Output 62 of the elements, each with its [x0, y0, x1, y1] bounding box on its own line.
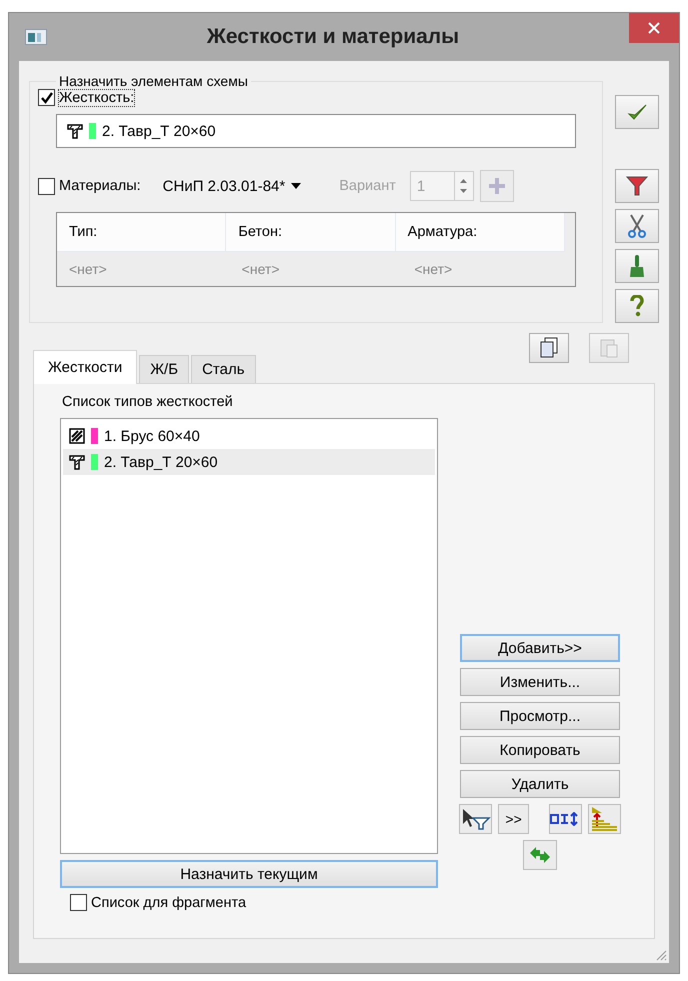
table-cell-text: <нет>: [240, 261, 280, 277]
dropdown-arrow-icon: [291, 183, 302, 189]
tab[interactable]: Сталь: [191, 355, 256, 383]
layers-button[interactable]: [588, 804, 622, 834]
question-mark-icon: [630, 295, 644, 317]
apply-button[interactable]: [615, 95, 659, 129]
materials-checkbox[interactable]: [38, 178, 55, 194]
close-icon: [648, 22, 660, 34]
paste-icon: [599, 337, 619, 359]
checkmark-icon: [626, 103, 648, 121]
norm-dropdown[interactable]: СНиП 2.03.01-84*: [162, 178, 302, 194]
action-button[interactable]: Изменить...: [460, 668, 620, 696]
list-title: Список типов жесткостей: [62, 394, 234, 410]
hatched-square-icon: [69, 428, 85, 444]
filter-button[interactable]: [615, 169, 659, 203]
action-button[interactable]: Копировать: [460, 736, 620, 764]
distribute-button[interactable]: [548, 804, 582, 834]
help-button[interactable]: [615, 289, 659, 323]
blocks-arrows-icon: [550, 812, 580, 826]
item-name: 1. Брус 60×40: [104, 428, 200, 444]
app-icon: [25, 29, 47, 45]
close-button[interactable]: [629, 13, 679, 43]
cursor-filter-icon: [460, 808, 491, 830]
fragment-label: Список для фрагмента: [91, 894, 246, 910]
window-title: Жесткости и материалы: [206, 25, 460, 49]
fragment-checkbox[interactable]: [70, 894, 87, 911]
brush-button[interactable]: [615, 249, 659, 283]
tab[interactable]: Жесткости: [33, 350, 138, 384]
tee-section-icon: [69, 454, 85, 470]
tab[interactable]: Ж/Б: [139, 355, 190, 383]
cut-button[interactable]: [615, 209, 659, 243]
group-legend: Назначить элементам схемы: [56, 73, 251, 89]
item-name: 2. Тавр_Т 20×60: [104, 454, 218, 470]
refresh-button[interactable]: [523, 840, 557, 870]
materials-label: Материалы:: [59, 178, 141, 194]
scissors-icon: [626, 214, 648, 238]
tee-section-icon: [67, 123, 83, 139]
stiffness-label: Жесткость:: [59, 90, 134, 106]
copy-pages-icon: [539, 337, 559, 359]
filter-icon: [626, 175, 648, 197]
column-header: Арматура:: [396, 213, 565, 251]
select-filter-button[interactable]: [459, 804, 492, 834]
column-header: Бетон:: [226, 213, 396, 251]
swap-arrows-icon: [528, 845, 552, 865]
variant-label: Вариант: [339, 178, 396, 194]
list-item[interactable]: 2. Тавр_Т 20×60: [63, 449, 435, 475]
brush-icon: [628, 254, 646, 278]
copy-button[interactable]: [529, 333, 569, 363]
more-button[interactable]: >>: [498, 804, 530, 834]
column-header: Тип:: [57, 213, 226, 251]
assign-current-button[interactable]: Назначить текущим: [60, 860, 438, 888]
current-stiffness-name: 2. Тавр_Т 20×60: [102, 122, 216, 140]
stairs-icon: [590, 806, 618, 832]
plus-icon: [488, 177, 506, 195]
list-item[interactable]: 1. Брус 60×40: [63, 423, 435, 449]
action-button[interactable]: Добавить>>: [460, 634, 620, 662]
action-button[interactable]: Просмотр...: [460, 702, 620, 730]
action-button[interactable]: Удалить: [460, 770, 620, 798]
table-cell-text: <нет>: [413, 261, 454, 277]
table-cell-text: <нет>: [68, 261, 108, 277]
resize-grip-icon[interactable]: [655, 949, 667, 961]
stiffness-checkbox[interactable]: [38, 89, 55, 106]
